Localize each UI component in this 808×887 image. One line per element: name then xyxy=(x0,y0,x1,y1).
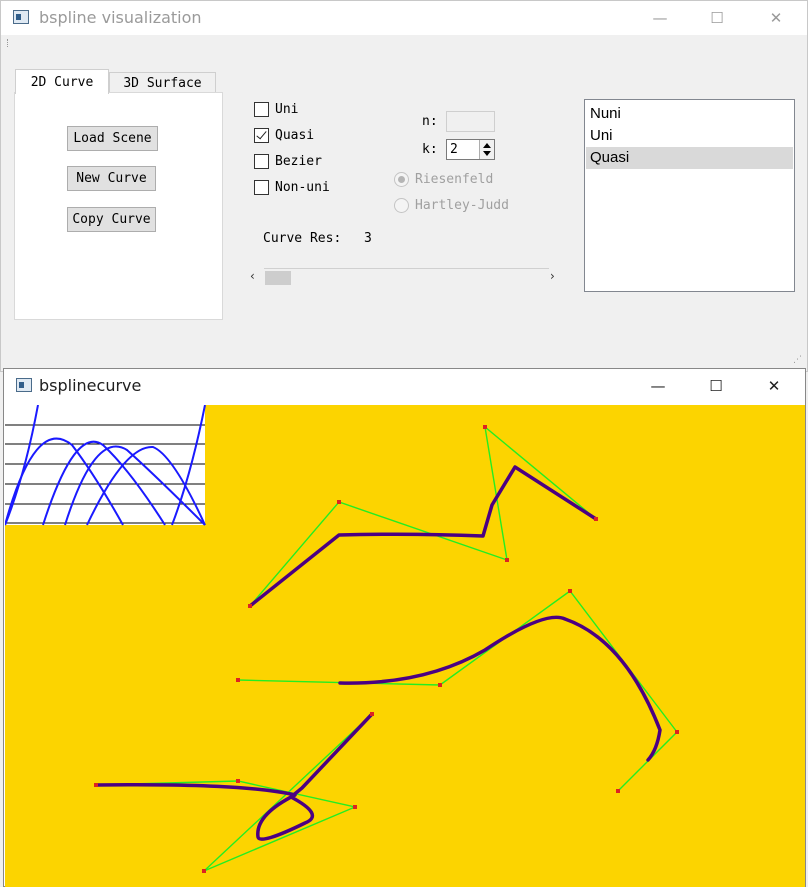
control-point xyxy=(594,517,598,521)
slider-thumb[interactable] xyxy=(265,271,291,285)
curve-res-value: 3 xyxy=(364,231,372,246)
curve-titlebar: bsplinecurve — ☐ ✕ xyxy=(4,369,805,405)
main-window: bspline visualization — ☐ ✕ 2D Curve 3D … xyxy=(0,0,808,372)
checkbox-uni[interactable]: Uni xyxy=(254,102,298,117)
control-polygon xyxy=(249,425,597,607)
control-point xyxy=(236,678,240,682)
app-icon xyxy=(13,10,29,24)
maximize-button[interactable]: ☐ xyxy=(693,369,739,403)
slider-track[interactable] xyxy=(264,268,549,269)
bspline-curve xyxy=(338,615,662,762)
control-point xyxy=(370,712,374,716)
control-point xyxy=(505,558,509,562)
radio-hartley-judd-label: Hartley-Judd xyxy=(415,198,509,213)
list-item-uni[interactable]: Uni xyxy=(586,125,793,147)
tab-3d-surface[interactable]: 3D Surface xyxy=(109,72,216,93)
checkbox-non-uni-label: Non-uni xyxy=(275,180,330,195)
checkbox-quasi-box[interactable] xyxy=(254,128,269,143)
maximize-button[interactable]: ☐ xyxy=(694,1,740,35)
control-polygon xyxy=(237,590,678,792)
control-point xyxy=(337,500,341,504)
spin-up-icon[interactable] xyxy=(483,143,491,148)
curve-res-slider[interactable]: ‹ › xyxy=(250,267,563,287)
control-point xyxy=(438,683,442,687)
list-item-quasi[interactable]: Quasi xyxy=(586,147,793,169)
curve-drawing[interactable] xyxy=(5,405,805,887)
control-point xyxy=(616,789,620,793)
n-label: n: xyxy=(422,114,438,129)
bspline-curve xyxy=(94,712,374,841)
k-label: k: xyxy=(422,142,438,157)
bspline-curve xyxy=(248,465,598,608)
control-point xyxy=(353,805,357,809)
control-point xyxy=(94,783,98,787)
curve-window: bsplinecurve — ☐ ✕ xyxy=(3,368,806,887)
scroll-right-icon[interactable]: › xyxy=(550,269,555,283)
curve-res-label: Curve Res: xyxy=(263,231,342,246)
control-point xyxy=(236,779,240,783)
control-point xyxy=(675,730,679,734)
control-point xyxy=(248,604,252,608)
curve-window-title: bsplinecurve xyxy=(39,376,142,395)
radio-hartley-judd[interactable]: Hartley-Judd xyxy=(394,198,509,213)
list-item-nuni[interactable]: Nuni xyxy=(586,103,793,125)
radio-hartley-judd-dot[interactable] xyxy=(394,198,409,213)
spin-down-icon[interactable] xyxy=(483,151,491,156)
main-window-title: bspline visualization xyxy=(39,8,202,27)
main-titlebar: bspline visualization — ☐ ✕ xyxy=(1,1,807,35)
checkbox-uni-label: Uni xyxy=(275,102,299,117)
k-spin-arrows[interactable] xyxy=(479,140,494,159)
checkbox-quasi[interactable]: Quasi xyxy=(254,128,314,143)
minimize-button[interactable]: — xyxy=(637,1,683,35)
radio-riesenfeld-dot[interactable] xyxy=(394,172,409,187)
checkbox-non-uni[interactable]: Non-uni xyxy=(254,180,330,195)
radio-riesenfeld-label: Riesenfeld xyxy=(415,172,494,187)
load-scene-button[interactable]: Load Scene xyxy=(67,126,158,151)
close-button[interactable]: ✕ xyxy=(751,369,797,403)
tab-panel-2d-curve: Load Scene New Curve Copy Curve xyxy=(14,92,223,320)
app-icon xyxy=(16,378,32,392)
curve-type-list[interactable]: Nuni Uni Quasi xyxy=(584,99,795,292)
minimize-button[interactable]: — xyxy=(635,369,681,403)
close-button[interactable]: ✕ xyxy=(753,1,799,35)
new-curve-button[interactable]: New Curve xyxy=(67,166,156,191)
checkbox-bezier[interactable]: Bezier xyxy=(254,154,322,169)
k-spinbox[interactable]: 2 xyxy=(446,139,495,160)
checkbox-quasi-label: Quasi xyxy=(275,128,315,143)
checkbox-bezier-box[interactable] xyxy=(254,154,269,169)
checkbox-uni-box[interactable] xyxy=(254,102,269,117)
k-value: 2 xyxy=(450,142,458,157)
control-point xyxy=(568,589,572,593)
radio-riesenfeld[interactable]: Riesenfeld xyxy=(394,172,493,187)
tab-2d-curve[interactable]: 2D Curve xyxy=(15,69,109,94)
resize-grip-icon[interactable]: ⋰ xyxy=(793,355,803,365)
control-polygon xyxy=(95,713,373,872)
scroll-left-icon[interactable]: ‹ xyxy=(250,269,255,283)
checkbox-bezier-label: Bezier xyxy=(275,154,322,169)
n-input[interactable] xyxy=(446,111,495,132)
control-point xyxy=(483,425,487,429)
curve-canvas[interactable] xyxy=(5,405,805,887)
checkbox-non-uni-box[interactable] xyxy=(254,180,269,195)
copy-curve-button[interactable]: Copy Curve xyxy=(67,207,156,232)
toolbar-grip[interactable] xyxy=(7,39,10,47)
control-point xyxy=(202,869,206,873)
